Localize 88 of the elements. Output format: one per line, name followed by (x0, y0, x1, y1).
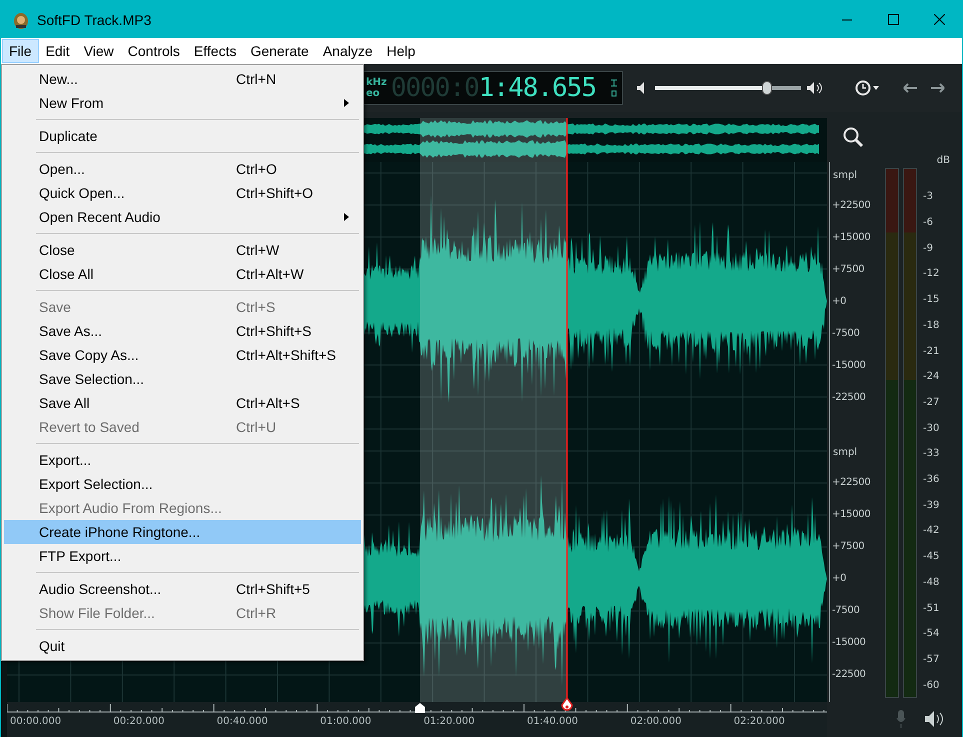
rate-unit: kHz (366, 77, 387, 88)
timeline-ruler[interactable] (7, 702, 827, 714)
menu-bar-item[interactable]: Help (380, 39, 422, 63)
menu-item[interactable]: Quit (4, 634, 361, 658)
db-label: -9 (923, 242, 934, 256)
db-label: -27 (923, 396, 940, 410)
menu-item[interactable]: Save Selection... (4, 367, 361, 391)
menu-item[interactable]: Close All Ctrl+Alt+W (4, 262, 361, 286)
amplitude-label: -22500 (831, 390, 867, 404)
timeline-label: 00:00.000 (9, 716, 62, 727)
db-label: -39 (923, 498, 940, 513)
volume-slider[interactable] (655, 81, 801, 95)
amplitude-label: +0 (831, 572, 848, 586)
app-logo-icon (13, 10, 29, 28)
playhead-marker[interactable] (561, 698, 573, 712)
timeline-label: 00:40.000 (216, 716, 269, 727)
speaker-icon[interactable] (924, 710, 945, 726)
menu-item[interactable]: Save All Ctrl+Alt+S (4, 391, 361, 415)
menu-item[interactable]: Export... (4, 448, 361, 472)
amplitude-label: +15000 (831, 508, 872, 522)
scale-unit: smpl (832, 169, 858, 183)
timeline-label: 00:20.000 (112, 716, 166, 727)
speaker-icon[interactable] (807, 82, 823, 94)
timeline-label: 02:00.000 (629, 716, 682, 727)
db-label: -12 (923, 267, 940, 282)
amplitude-label: +0 (831, 294, 848, 308)
db-label: -24 (923, 370, 940, 384)
db-label: -36 (923, 473, 940, 488)
amplitude-label: +22500 (831, 476, 872, 490)
search-icon[interactable] (842, 126, 864, 148)
timeline-label: 02:20.000 (732, 716, 786, 727)
timeline-label: 01:00.000 (319, 716, 372, 727)
menu-bar-item[interactable]: View (76, 39, 121, 63)
db-label: -30 (923, 422, 940, 436)
db-label: -15 (923, 293, 940, 308)
db-label: -48 (923, 576, 940, 590)
clock-icon[interactable] (855, 80, 881, 96)
menu-item[interactable]: Save Copy As... Ctrl+Alt+Shift+S (4, 343, 361, 367)
menu-item[interactable]: Open... Ctrl+O (4, 157, 361, 181)
db-label: -18 (923, 318, 940, 333)
menu-bar-item[interactable]: Effects (186, 39, 244, 63)
channel-mode: eo (366, 88, 381, 99)
scale-unit: smpl (832, 446, 858, 460)
timeline-label: 01:20.000 (422, 716, 476, 727)
amplitude-label: -22500 (831, 668, 867, 682)
window-title: SoftFD Track.MP3 (37, 12, 152, 28)
maximize-icon[interactable] (888, 14, 898, 25)
db-label: -57 (923, 653, 940, 667)
menu-item[interactable]: Quick Open... Ctrl+Shift+O (4, 181, 361, 205)
amplitude-label: +7500 (831, 540, 866, 554)
amplitude-label: -15000 (831, 358, 867, 372)
menu-item[interactable]: Audio Screenshot... Ctrl+Shift+5 (4, 577, 361, 601)
amplitude-label: +15000 (831, 230, 872, 244)
menu-item[interactable]: New From (4, 91, 361, 115)
volume-thumb[interactable] (762, 81, 772, 95)
menu-item[interactable]: Open Recent Audio (4, 205, 361, 229)
db-label: -42 (923, 524, 940, 538)
menu-bar-item[interactable]: File (2, 39, 39, 63)
menu-item[interactable]: Duplicate (4, 124, 361, 148)
db-label: -60 (923, 678, 940, 693)
amplitude-label: -7500 (831, 604, 861, 618)
menu-bar-item[interactable]: Controls (120, 39, 187, 63)
menu-bar-item[interactable]: Generate (243, 39, 316, 63)
db-label: -45 (923, 550, 940, 564)
db-label: -51 (923, 602, 940, 616)
menu-item[interactable]: Save As... Ctrl+Shift+S (4, 319, 361, 343)
menu-item[interactable]: Export Selection... (4, 472, 361, 496)
timeline-label: 01:40.000 (526, 716, 580, 727)
db-label: -21 (923, 344, 940, 359)
menu-item[interactable]: FTP Export... (4, 544, 361, 568)
menu-item[interactable]: Close Ctrl+W (4, 238, 361, 262)
time-value: 1:48.655 (478, 73, 596, 103)
forward-arrow-icon[interactable] (931, 83, 945, 93)
amplitude-label: -15000 (831, 636, 867, 650)
db-label: -3 (923, 190, 934, 204)
db-label: -33 (923, 447, 940, 462)
menu-item[interactable]: Create iPhone Ringtone... (4, 520, 361, 544)
amplitude-label: -7500 (831, 326, 861, 340)
amplitude-label: +22500 (831, 198, 872, 212)
db-unit: dB (936, 155, 950, 166)
amplitude-label: +7500 (831, 262, 866, 276)
db-label: -54 (923, 627, 940, 642)
menu-bar-item[interactable]: Analyze (316, 39, 380, 63)
back-arrow-icon[interactable] (903, 83, 917, 93)
menu-item[interactable]: New... Ctrl+N (4, 67, 361, 91)
close-icon[interactable] (934, 14, 944, 25)
menu-bar-item[interactable]: Edit (38, 39, 77, 63)
db-label: -6 (923, 216, 934, 230)
